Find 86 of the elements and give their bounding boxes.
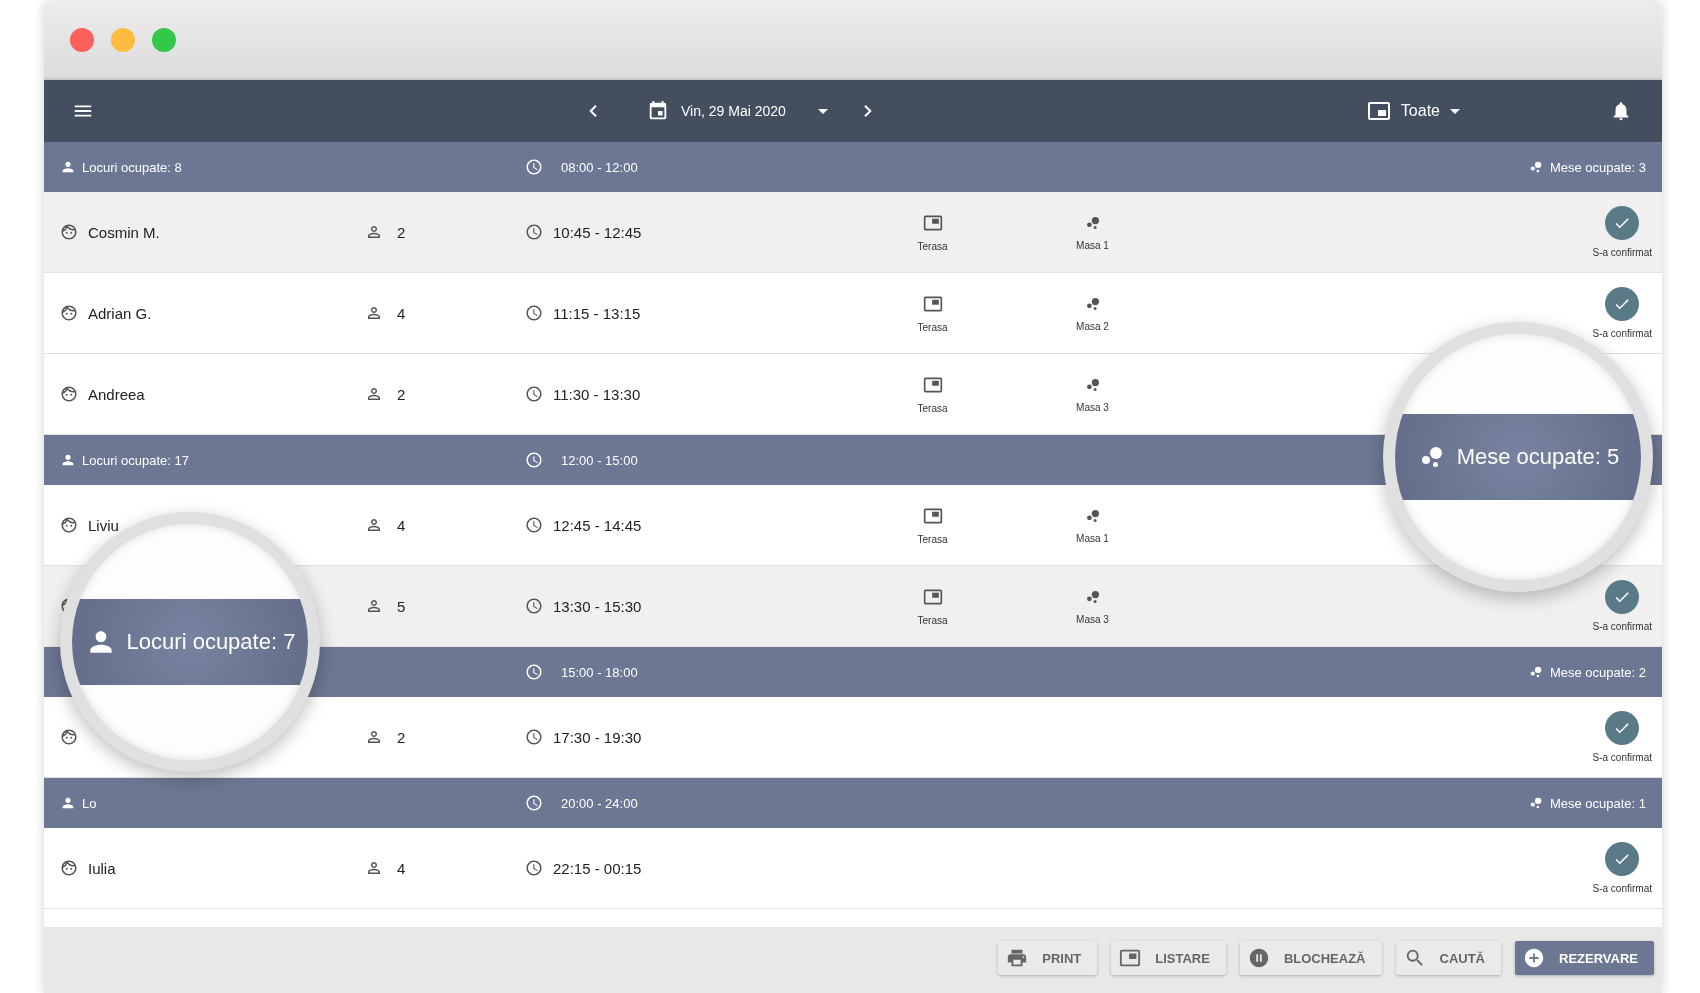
table-label: Masa 2 <box>1076 320 1109 332</box>
action-button[interactable]: REZERVARE <box>1515 941 1654 975</box>
clock-icon <box>525 451 543 469</box>
time-slot: 15:00 - 18:00 <box>561 664 638 680</box>
person-icon <box>365 223 383 241</box>
person-icon <box>365 385 383 403</box>
clock-icon <box>525 223 543 241</box>
date-picker[interactable]: Vin, 29 Mai 2020 <box>647 100 828 122</box>
guest-count: 2 <box>397 728 406 746</box>
reservation-time: 11:30 - 13:30 <box>553 385 641 403</box>
person-icon <box>60 795 76 811</box>
status-label: S-a confirmat <box>1592 328 1652 339</box>
action-button[interactable]: LISTARE <box>1111 941 1226 975</box>
tables-count: Mese ocupate: 3 <box>1549 159 1646 175</box>
person-icon <box>365 597 383 615</box>
status-label: S-a confirmat <box>1592 621 1652 632</box>
seats-count: Lo <box>82 795 97 811</box>
magnified-text: Mese ocupate: 5 <box>1456 444 1620 470</box>
table-label: Masa 1 <box>1076 239 1109 251</box>
guest-count: 2 <box>397 223 406 241</box>
reservation-time: 12:45 - 14:45 <box>553 516 642 534</box>
seats-count: Locuri ocupate: 8 <box>82 159 182 175</box>
person-icon <box>365 304 383 322</box>
pause-icon <box>1247 947 1270 969</box>
clock-icon <box>525 516 543 534</box>
area-label: Terasa <box>917 240 948 252</box>
area-label: Terasa <box>917 321 948 333</box>
reservation-time: 11:15 - 13:15 <box>553 304 641 322</box>
area-label: Terasa <box>917 533 948 545</box>
caret-icon <box>1450 108 1460 114</box>
clock-icon <box>525 158 543 176</box>
time-slot: 20:00 - 24:00 <box>561 795 638 811</box>
action-button[interactable]: BLOCHEAZĂ <box>1239 941 1382 975</box>
tables-count: Mese ocupate: 1 <box>1549 795 1646 811</box>
guest-count: 4 <box>397 516 406 534</box>
clock-icon <box>525 597 543 615</box>
guest-count: 2 <box>397 385 406 403</box>
reservation-time: 17:30 - 19:30 <box>553 728 642 746</box>
calendar-icon <box>647 100 669 122</box>
area-filter[interactable]: Toate <box>1366 99 1460 123</box>
printer-icon <box>1006 947 1029 969</box>
status-label: S-a confirmat <box>1592 752 1652 763</box>
guest-name: Adrian G. <box>88 304 152 322</box>
clock-icon <box>525 859 543 877</box>
guest-name: Iulia <box>88 859 116 877</box>
person-icon <box>365 859 383 877</box>
window-icon <box>1119 947 1142 969</box>
magnified-text: Locuri ocupate: 7 <box>126 629 296 655</box>
reservation-time: 10:45 - 12:45 <box>553 223 642 241</box>
status-label: S-a confirmat <box>1592 247 1652 258</box>
clock-icon <box>525 304 543 322</box>
table-label: Masa 1 <box>1076 532 1109 544</box>
reservation-time: 22:15 - 00:15 <box>553 859 642 877</box>
window-icon <box>1366 99 1391 123</box>
area-label: Terasa <box>917 614 948 626</box>
person-icon <box>60 452 76 468</box>
guest-count: 4 <box>397 304 406 322</box>
guest-count: 4 <box>397 859 406 877</box>
person-icon <box>365 728 383 746</box>
guest-name: Cosmin M. <box>88 223 160 241</box>
table-label: Masa 3 <box>1076 401 1109 413</box>
time-slot: 12:00 - 15:00 <box>561 452 638 468</box>
chevron-right-icon <box>863 105 872 117</box>
guest-count: 5 <box>397 597 406 615</box>
next-button[interactable] <box>863 105 872 117</box>
area-label: Terasa <box>917 402 948 414</box>
person-icon <box>60 159 76 175</box>
previous-button[interactable] <box>589 105 597 117</box>
plus-icon <box>1523 947 1545 969</box>
clock-icon <box>525 385 543 403</box>
time-slot: 08:00 - 12:00 <box>561 159 638 175</box>
guest-name: Liviu <box>88 516 119 534</box>
tables-count: Mese ocupate: 2 <box>1549 664 1646 680</box>
clock-icon <box>525 663 543 681</box>
reservation-time: 13:30 - 15:30 <box>553 597 642 615</box>
seats-count: Locuri ocupate: 17 <box>82 452 189 468</box>
action-button[interactable]: CAUTĂ <box>1395 941 1501 975</box>
guest-name: Andreea <box>88 385 145 403</box>
table-label: Masa 3 <box>1076 613 1109 625</box>
caret-icon <box>817 108 828 114</box>
clock-icon <box>525 794 543 812</box>
clock-icon <box>525 728 543 746</box>
chevron-left-icon <box>589 105 597 117</box>
action-button[interactable]: PRINT <box>998 941 1098 975</box>
status-label: S-a confirmat <box>1592 883 1652 894</box>
person-icon <box>365 516 383 534</box>
